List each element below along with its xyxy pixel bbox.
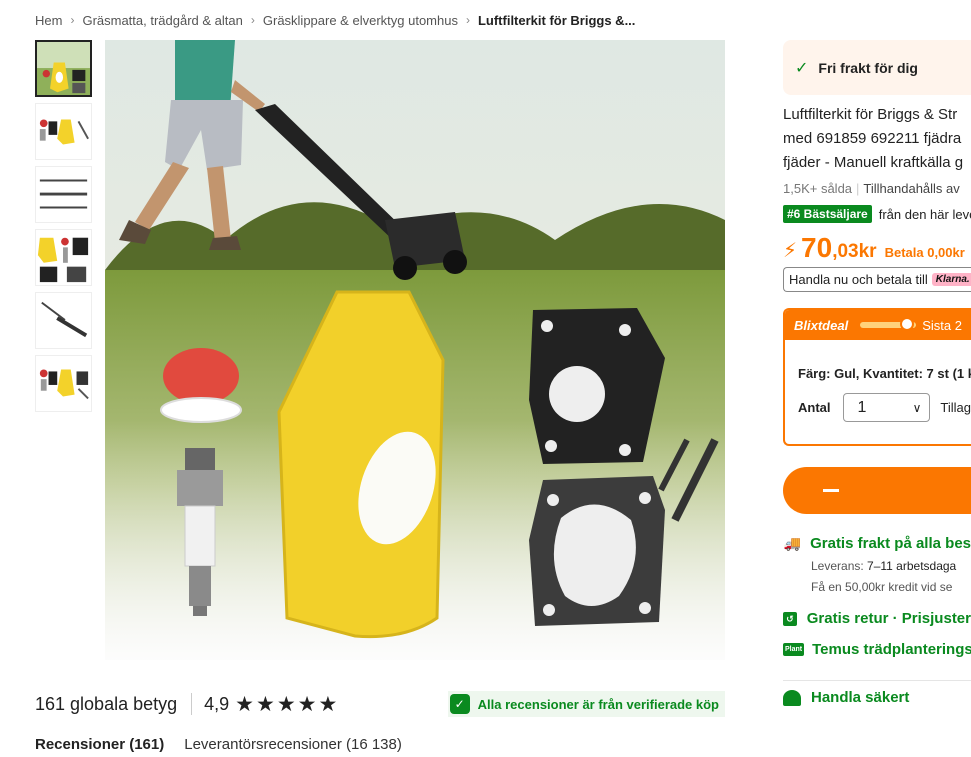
flash-deal-header: Blixtdeal Sista 2: [785, 310, 971, 340]
quantity-label: Antal: [798, 400, 831, 415]
divider: |: [856, 181, 860, 196]
rating-score: 4,9: [204, 693, 230, 714]
star-icon: ★: [297, 692, 317, 716]
price-integer: 70: [801, 232, 833, 263]
product-thumbnail[interactable]: [35, 166, 92, 223]
verified-reviews-badge: ✓ Alla recensioner är från verifierade k…: [447, 691, 725, 717]
returns-row[interactable]: ↺ Gratis retur · Prisjuster: [783, 610, 971, 627]
returns-text: Gratis retur · Prisjuster: [806, 610, 971, 627]
chevron-down-icon: ∨: [912, 400, 922, 415]
free-shipping-banner: ✓ Fri frakt för dig: [783, 40, 971, 95]
shield-icon: ✓: [449, 694, 470, 714]
check-icon: ✓: [795, 59, 809, 77]
safe-shopping-row[interactable]: Handla säkert: [783, 689, 971, 706]
flash-deal-text: Sista 2: [922, 317, 962, 333]
minus-icon: [823, 489, 839, 492]
main-product-image[interactable]: [105, 40, 725, 660]
plant-row[interactable]: Plant Temus trädplanterings: [783, 641, 971, 658]
rating-count: 161 globala betyg: [35, 693, 178, 714]
breadcrumb: Hem › Gräsmatta, trädgård & altan › Gräs…: [35, 10, 635, 30]
safe-shopping-text: Handla säkert: [811, 689, 910, 706]
chevron-right-icon: ›: [250, 13, 255, 27]
variant-selection[interactable]: Färg: Gul, Kvantitet: 7 st (1 k: [798, 366, 971, 381]
product-title-line: Luftfilterkit för Briggs & Str: [783, 106, 958, 123]
price-row: ⚡ 70,03kr Betala 0,00kr: [783, 232, 971, 264]
klarna-text: Handla nu och betala till: [789, 272, 928, 287]
klarna-logo: Klarna.: [931, 273, 971, 286]
credit-info: Få en 50,00kr kredit vid se: [811, 580, 953, 594]
sold-count: 1,5K+ sålda: [783, 181, 853, 196]
delivery-label: Leverans:: [811, 559, 864, 573]
product-title: Luftfilterkit för Briggs & Str med 69185…: [783, 103, 971, 175]
truck-icon: 🚚: [783, 535, 802, 551]
add-to-cart-button[interactable]: [783, 467, 971, 514]
verified-text: Alla recensioner är från verifierade köp: [477, 696, 719, 712]
chevron-right-icon: ›: [70, 13, 75, 27]
divider: [191, 693, 193, 715]
purchase-panel: ✓ Fri frakt för dig Luftfilterkit för Br…: [783, 40, 971, 706]
divider: [783, 680, 971, 681]
breadcrumb-current: Luftfilterkit för Briggs &...: [477, 12, 636, 28]
product-thumbnail[interactable]: [35, 292, 92, 349]
flash-deal-box: Blixtdeal Sista 2 Färg: Gul, Kvantitet: …: [783, 308, 971, 446]
shipping-title: Gratis frakt på alla bes: [810, 535, 971, 552]
supply-info[interactable]: Tillhandahålls av: [863, 181, 959, 196]
quantity-value: 1: [857, 398, 867, 416]
bestseller-badge[interactable]: #6 Bästsäljare: [783, 205, 872, 223]
product-title-line: fjäder - Manuell kraftkälla g: [783, 154, 964, 171]
chevron-right-icon: ›: [465, 13, 470, 27]
product-thumbnail[interactable]: [35, 40, 92, 97]
bestseller-row: #6 Bästsäljare från den här leve: [783, 205, 971, 223]
star-rating: ★ ★ ★ ★ ★: [235, 694, 337, 715]
free-shipping-text: Fri frakt för dig: [818, 59, 918, 76]
return-icon: ↺: [783, 611, 797, 626]
rating-summary: 161 globala betyg 4,9 ★ ★ ★ ★ ★ ✓ Alla r…: [35, 690, 725, 718]
delivery-value: 7–11 arbetsdaga: [867, 559, 957, 573]
star-icon: ★: [255, 692, 275, 716]
product-thumbnail[interactable]: [35, 103, 92, 160]
quantity-select[interactable]: 1 ∨: [842, 393, 931, 422]
product-title-line: med 691859 692211 fjädra: [783, 130, 962, 147]
flash-deal-title: Blixtdeal: [794, 317, 849, 333]
tab-supplier-reviews[interactable]: Leverantörsrecensioner (16 138): [184, 736, 402, 753]
price-decimal: ,03kr: [832, 241, 877, 262]
breadcrumb-home[interactable]: Hem: [35, 13, 62, 28]
bestseller-text: från den här leve: [878, 206, 971, 222]
breadcrumb-garden[interactable]: Gräsmatta, trädgård & altan: [82, 13, 242, 28]
quantity-extra: Tillag: [940, 400, 971, 415]
breadcrumb-mowers[interactable]: Gräsklippare & elverktyg utomhus: [263, 13, 458, 28]
product-thumbnail[interactable]: [35, 229, 92, 286]
pay-later-text: Betala 0,00kr: [884, 245, 965, 260]
star-icon: ★: [235, 692, 254, 716]
review-tabs: Recensioner (161) Leverantörsrecensioner…: [35, 736, 422, 753]
star-icon: ★: [318, 692, 338, 716]
star-icon: ★: [276, 692, 296, 716]
thumbnail-list: [35, 40, 93, 418]
shipping-row[interactable]: 🚚 Gratis frakt på alla bes: [783, 535, 971, 552]
quantity-row: Antal 1 ∨ Tillag: [798, 393, 971, 422]
tab-reviews[interactable]: Recensioner (161): [35, 736, 164, 753]
klarna-box[interactable]: Handla nu och betala till Klarna.: [783, 267, 971, 292]
product-thumbnail[interactable]: [35, 355, 92, 412]
plant-icon: Plant: [783, 643, 805, 656]
flash-deal-progress: [860, 317, 917, 331]
lightning-icon: ⚡: [783, 240, 798, 262]
sales-info: 1,5K+ sålda | Tillhandahålls av: [783, 181, 971, 196]
delivery-info: Leverans: 7–11 arbetsdaga: [811, 559, 971, 573]
plant-text: Temus trädplanterings: [812, 641, 971, 658]
progress-knob: [900, 317, 915, 331]
shield-icon: [783, 689, 801, 706]
